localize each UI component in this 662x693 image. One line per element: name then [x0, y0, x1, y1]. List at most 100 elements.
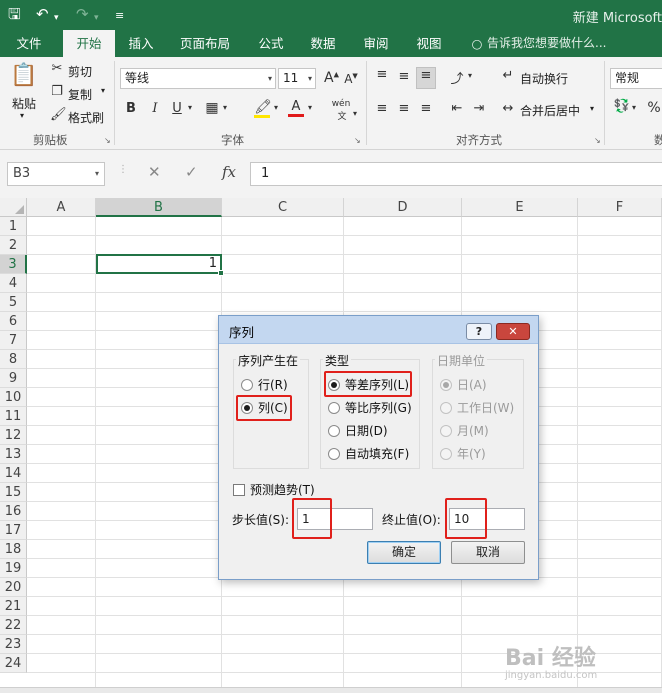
tab-home[interactable]: 开始 — [63, 30, 115, 57]
enter-icon[interactable]: ✓ — [185, 163, 198, 181]
row-header-9[interactable]: 9 — [0, 369, 27, 388]
decrease-indent-icon[interactable]: ⇤ — [448, 101, 466, 116]
column-header-b[interactable]: B — [96, 198, 222, 217]
row-header-4[interactable]: 4 — [0, 274, 27, 293]
row-header-21[interactable]: 21 — [0, 597, 27, 616]
decrease-font-icon[interactable]: A▼ — [344, 72, 358, 86]
trend-label[interactable]: 预测趋势(T) — [250, 483, 315, 497]
radio-row[interactable] — [241, 379, 253, 391]
paste-button[interactable]: 粘贴 — [12, 95, 36, 112]
formula-input[interactable]: 1 — [250, 162, 662, 186]
row-header-11[interactable]: 11 — [0, 407, 27, 426]
row-header-3[interactable]: 3 — [0, 255, 27, 274]
row-header-20[interactable]: 20 — [0, 578, 27, 597]
fill-color-icon[interactable]: 🖍 — [254, 99, 272, 118]
name-box[interactable]: B3 ▾ — [7, 162, 105, 186]
date-option-label[interactable]: 日期(D) — [345, 424, 388, 438]
merge-center-button[interactable]: 合并后居中 — [520, 102, 580, 119]
row-header-15[interactable]: 15 — [0, 483, 27, 502]
row-header-12[interactable]: 12 — [0, 426, 27, 445]
alignment-launcher-icon[interactable]: ↘ — [594, 136, 601, 145]
cut-button[interactable]: 剪切 — [68, 63, 92, 80]
orientation-icon[interactable]: ⤴ — [448, 68, 466, 87]
row-header-23[interactable]: 23 — [0, 635, 27, 654]
column-header-d[interactable]: D — [344, 198, 462, 217]
align-middle-icon[interactable]: ≡ — [396, 69, 412, 84]
increase-font-icon[interactable]: A▲ — [324, 70, 339, 86]
row-header-14[interactable]: 14 — [0, 464, 27, 483]
tab-review[interactable]: 审阅 — [353, 30, 399, 57]
format-painter-button[interactable]: 格式刷 — [68, 109, 104, 126]
radio-autofill[interactable] — [328, 448, 340, 460]
growth-option-label[interactable]: 等比序列(G) — [345, 401, 412, 415]
paste-dropdown-icon[interactable]: ▾ — [20, 111, 24, 120]
select-all-corner[interactable] — [0, 198, 27, 217]
tab-file[interactable]: 文件 — [6, 30, 52, 57]
row-header-7[interactable]: 7 — [0, 331, 27, 350]
tab-view[interactable]: 视图 — [406, 30, 452, 57]
row-header-10[interactable]: 10 — [0, 388, 27, 407]
tab-formulas[interactable]: 公式 — [248, 30, 294, 57]
tab-insert[interactable]: 插入 — [118, 30, 164, 57]
accounting-dropdown-icon[interactable]: ▾ — [630, 103, 638, 112]
font-name-combo[interactable]: 等线 ▾ — [120, 68, 276, 89]
row-header-19[interactable]: 19 — [0, 559, 27, 578]
paste-icon[interactable]: 📋 — [10, 63, 38, 91]
merge-dropdown-icon[interactable]: ▾ — [590, 104, 594, 113]
tell-me-box[interactable]: 告诉我您想要做什么... — [487, 30, 662, 57]
column-header-e[interactable]: E — [462, 198, 578, 217]
font-size-combo[interactable]: 11 ▾ — [278, 68, 316, 89]
autofill-option-label[interactable]: 自动填充(F) — [345, 447, 409, 461]
border-icon[interactable]: ▦ — [204, 100, 220, 116]
radio-date[interactable] — [328, 425, 340, 437]
trend-checkbox[interactable] — [233, 484, 245, 496]
copy-button[interactable]: 复制 — [68, 86, 92, 103]
tab-data[interactable]: 数据 — [300, 30, 346, 57]
row-header-22[interactable]: 22 — [0, 616, 27, 635]
row-header-16[interactable]: 16 — [0, 502, 27, 521]
fill-color-dropdown-icon[interactable]: ▾ — [272, 103, 280, 112]
undo-dropdown-icon[interactable]: ▾ — [54, 8, 59, 28]
undo-icon[interactable]: ↶ — [36, 4, 49, 24]
phonetic-dropdown-icon[interactable]: ▾ — [351, 109, 359, 118]
dialog-title-bar[interactable]: 序列 ? ✕ — [219, 316, 538, 344]
align-top-icon[interactable]: ≡ — [374, 67, 390, 82]
phonetic-icon[interactable]: wén — [330, 99, 352, 109]
row-header-2[interactable]: 2 — [0, 236, 27, 255]
insert-function-icon[interactable]: fx — [222, 163, 236, 181]
active-cell-b3[interactable]: 1 — [96, 254, 224, 276]
column-header-c[interactable]: C — [222, 198, 344, 217]
row-header-1[interactable]: 1 — [0, 217, 27, 236]
clipboard-launcher-icon[interactable]: ↘ — [104, 136, 111, 145]
increase-indent-icon[interactable]: ⇥ — [470, 101, 488, 116]
orientation-dropdown-icon[interactable]: ▾ — [466, 71, 474, 80]
wrap-text-button[interactable]: 自动换行 — [520, 70, 568, 87]
align-right-icon[interactable]: ≡ — [418, 101, 434, 116]
row-header-17[interactable]: 17 — [0, 521, 27, 540]
bold-button[interactable]: B — [124, 101, 138, 116]
column-header-a[interactable]: A — [27, 198, 96, 217]
tab-page-layout[interactable]: 页面布局 — [170, 30, 240, 57]
font-launcher-icon[interactable]: ↘ — [354, 136, 361, 145]
number-format-combo[interactable]: 常规 — [610, 68, 662, 89]
align-center-icon[interactable]: ≡ — [396, 101, 412, 116]
copy-dropdown-icon[interactable]: ▾ — [101, 86, 105, 95]
italic-button[interactable]: I — [148, 101, 162, 116]
font-color-dropdown-icon[interactable]: ▾ — [306, 103, 314, 112]
row-header-8[interactable]: 8 — [0, 350, 27, 369]
border-dropdown-icon[interactable]: ▾ — [221, 103, 229, 112]
row-option-label[interactable]: 行(R) — [258, 378, 288, 392]
row-header-6[interactable]: 6 — [0, 312, 27, 331]
percent-icon[interactable]: % — [646, 100, 662, 116]
accounting-format-icon[interactable]: 💱 — [612, 99, 632, 114]
help-button[interactable]: ? — [466, 323, 492, 340]
column-header-f[interactable]: F — [578, 198, 662, 217]
align-left-icon[interactable]: ≡ — [374, 101, 390, 116]
row-header-24[interactable]: 24 — [0, 654, 27, 673]
fill-handle[interactable] — [218, 270, 224, 276]
save-icon[interactable]: 🖫 — [8, 4, 21, 24]
cancel-icon[interactable]: ✕ — [148, 163, 161, 181]
row-header-13[interactable]: 13 — [0, 445, 27, 464]
close-button[interactable]: ✕ — [496, 323, 530, 340]
customize-icon[interactable]: ≡ — [115, 6, 124, 26]
